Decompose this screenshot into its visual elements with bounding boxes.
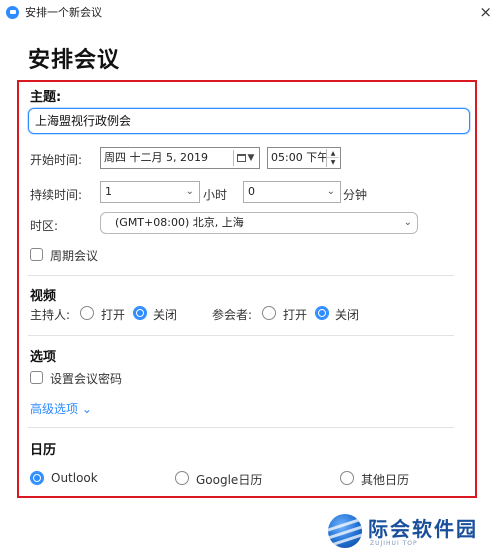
- calendar-icon: [236, 154, 246, 162]
- calendar-other-radio[interactable]: [340, 471, 354, 485]
- start-date-value: 周四 十二月 5, 2019: [104, 151, 208, 164]
- host-video-on-label: 打开: [101, 308, 126, 322]
- hours-unit-label: 小时: [203, 188, 228, 202]
- video-heading: 视频: [30, 289, 57, 304]
- calendar-outlook-label: Outlook: [51, 471, 98, 485]
- host-video-on-radio[interactable]: [80, 306, 94, 320]
- section-divider: [28, 275, 454, 276]
- watermark-subtext: ZUJIHUI TOP: [370, 540, 418, 547]
- participant-video-off-radio[interactable]: [315, 306, 329, 320]
- duration-minutes-value: 0: [248, 185, 255, 198]
- spin-up-icon[interactable]: ▲: [327, 149, 339, 158]
- calendar-google-label: Google日历: [196, 473, 263, 487]
- password-label: 设置会议密码: [50, 372, 123, 386]
- advanced-options-label: 高级选项: [30, 402, 79, 416]
- participant-video-on-label: 打开: [283, 308, 308, 322]
- participant-video-off-label: 关闭: [335, 308, 360, 322]
- watermark-text: 际会软件园: [368, 517, 478, 541]
- participant-video-label: 参会者:: [212, 308, 253, 322]
- start-time-value: 05:00 下午: [271, 151, 329, 164]
- options-heading: 选项: [30, 350, 57, 365]
- calendar-dropdown-button[interactable]: ▼: [233, 150, 257, 166]
- start-time-field[interactable]: 05:00 下午 ▲ ▼: [267, 147, 341, 169]
- minutes-unit-label: 分钟: [343, 188, 368, 202]
- timezone-label: 时区:: [30, 219, 59, 233]
- participant-video-on-radio[interactable]: [262, 306, 276, 320]
- start-date-picker[interactable]: 周四 十二月 5, 2019 ▼: [100, 147, 260, 169]
- highlight-frame: [17, 80, 477, 498]
- chevron-down-icon: ▼: [247, 153, 255, 163]
- time-spinner[interactable]: ▲ ▼: [326, 149, 339, 167]
- host-video-off-label: 关闭: [153, 308, 178, 322]
- close-icon[interactable]: ×: [479, 3, 492, 21]
- start-time-label: 开始时间:: [30, 153, 83, 167]
- duration-hours-value: 1: [105, 185, 112, 198]
- chevron-down-icon: ⌄: [81, 402, 92, 416]
- timezone-value: (GMT+08:00) 北京, 上海: [115, 216, 244, 229]
- recurring-checkbox[interactable]: [30, 248, 43, 261]
- calendar-outlook-radio[interactable]: [30, 471, 44, 485]
- duration-hours-select[interactable]: 1 ⌄: [100, 181, 200, 203]
- calendar-heading: 日历: [30, 443, 57, 458]
- window-title: 安排一个新会议: [25, 6, 102, 19]
- section-divider: [28, 427, 454, 428]
- chevron-down-icon: ⌄: [326, 186, 335, 197]
- timezone-select[interactable]: (GMT+08:00) 北京, 上海 ⌄: [100, 212, 418, 234]
- chevron-down-icon: ⌄: [403, 217, 412, 228]
- calendar-other-label: 其他日历: [361, 473, 410, 487]
- section-divider: [28, 335, 454, 336]
- recurring-label: 周期会议: [50, 249, 99, 263]
- site-watermark: 际会软件园 ZUJIHUI TOP: [328, 510, 498, 554]
- calendar-google-radio[interactable]: [175, 471, 189, 485]
- password-checkbox[interactable]: [30, 371, 43, 384]
- topic-input[interactable]: 上海盟视行政例会: [28, 108, 470, 134]
- topic-label: 主题:: [30, 90, 62, 105]
- spin-down-icon[interactable]: ▼: [327, 158, 339, 167]
- globe-logo-icon: [328, 514, 362, 548]
- host-video-off-radio[interactable]: [133, 306, 147, 320]
- host-video-label: 主持人:: [30, 308, 71, 322]
- chevron-down-icon: ⌄: [185, 186, 194, 197]
- duration-minutes-select[interactable]: 0 ⌄: [243, 181, 341, 203]
- duration-label: 持续时间:: [30, 188, 83, 202]
- zoom-app-icon: [6, 5, 19, 19]
- title-bar: 安排一个新会议 ×: [0, 0, 500, 24]
- advanced-options-link[interactable]: 高级选项 ⌄: [30, 400, 92, 417]
- page-title: 安排会议: [28, 48, 121, 73]
